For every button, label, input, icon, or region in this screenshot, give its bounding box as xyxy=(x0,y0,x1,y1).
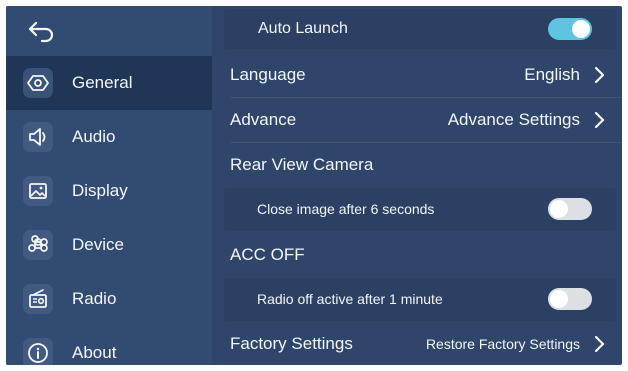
sidebar-item-label: Audio xyxy=(72,127,116,146)
acc-off-header: ACC OFF xyxy=(212,233,622,277)
command-icon xyxy=(23,230,53,260)
sidebar-item-audio[interactable]: Audio xyxy=(6,110,212,164)
acc-off-option-row: Radio off active after 1 minute xyxy=(224,278,616,321)
sidebar-item-general[interactable]: General xyxy=(6,56,212,110)
rear-view-camera-header: Rear View Camera xyxy=(212,143,622,187)
info-icon xyxy=(23,338,53,365)
settings-screen: General Audio Display Device Radio About… xyxy=(6,6,622,365)
chevron-right-icon xyxy=(594,335,605,353)
toggle-knob xyxy=(572,20,590,38)
chevron-right-icon xyxy=(594,66,605,84)
rear-camera-option-row: Close image after 6 seconds xyxy=(224,188,616,231)
language-row[interactable]: Language English xyxy=(212,53,622,97)
auto-launch-row: Auto Launch xyxy=(224,9,616,49)
auto-launch-toggle[interactable] xyxy=(548,18,592,40)
image-icon xyxy=(23,176,53,206)
toggle-knob xyxy=(550,290,568,308)
sidebar: General Audio Display Device Radio About xyxy=(6,6,212,365)
sidebar-item-device[interactable]: Device xyxy=(6,218,212,272)
chevron-right-icon xyxy=(594,111,605,129)
sidebar-item-label: Device xyxy=(72,235,124,254)
sidebar-item-label: Radio xyxy=(72,289,117,308)
sidebar-item-about[interactable]: About xyxy=(6,326,212,365)
acc-off-label: ACC OFF xyxy=(230,245,305,264)
factory-settings-row[interactable]: Factory Settings Restore Factory Setting… xyxy=(212,322,622,365)
acc-off-option-label: Radio off active after 1 minute xyxy=(257,291,443,307)
sidebar-item-label: About xyxy=(72,343,117,362)
sidebar-item-label: General xyxy=(72,73,133,92)
settings-hexagon-icon xyxy=(23,68,53,98)
sidebar-item-label: Display xyxy=(72,181,128,200)
language-value: English xyxy=(524,65,580,84)
auto-launch-label: Auto Launch xyxy=(258,20,348,37)
sidebar-item-radio[interactable]: Radio xyxy=(6,272,212,326)
sidebar-item-display[interactable]: Display xyxy=(6,164,212,218)
settings-panel: Auto Launch Language English Advance Adv… xyxy=(212,6,622,365)
advance-row[interactable]: Advance Advance Settings xyxy=(212,98,622,142)
factory-settings-label: Factory Settings xyxy=(230,334,353,353)
rear-camera-option-label: Close image after 6 seconds xyxy=(257,201,435,217)
advance-label: Advance xyxy=(230,110,297,129)
rear-camera-toggle[interactable] xyxy=(548,198,592,220)
acc-off-toggle[interactable] xyxy=(548,288,592,310)
back-button[interactable] xyxy=(26,18,56,44)
advance-value: Advance Settings xyxy=(447,110,580,129)
factory-settings-value: Restore Factory Settings xyxy=(425,336,580,352)
speaker-icon xyxy=(23,122,53,152)
toggle-knob xyxy=(550,200,568,218)
back-arrow-icon xyxy=(28,21,54,43)
radio-icon xyxy=(23,284,53,314)
language-label: Language xyxy=(230,65,306,84)
rear-view-camera-label: Rear View Camera xyxy=(230,155,374,174)
